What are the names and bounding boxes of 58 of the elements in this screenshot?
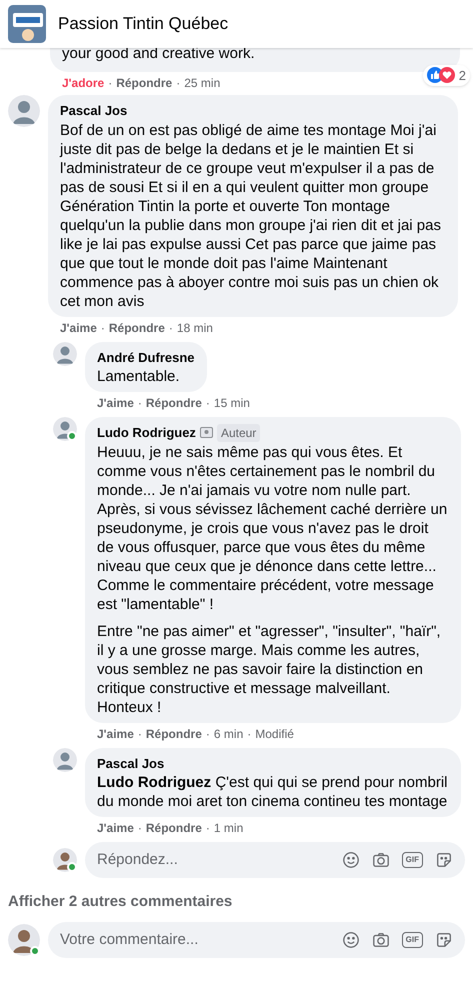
emoji-icon[interactable] (342, 931, 360, 949)
separator-dot: · (138, 395, 142, 411)
camera-icon[interactable] (372, 851, 390, 869)
separator-dot: · (168, 320, 173, 336)
reply-link[interactable]: Répondre (108, 320, 165, 336)
comment-text: Heuuu, je ne sais même pas qui vous êtes. Et comme vous n'êtes certainement pas le nombril du monde... Je n'ai jamais vu votre nom nulle part. Après, si vous sévissez lâchement caché derrière un pseudonyme, je crois que vous n'avez pas le droit de vous offusquer, parce que vous êtes du même niveau que ceux que je dénonce dans cette lettre... Comme le commentaire précédent, votre message est "lamentable" ! (97, 442, 448, 614)
reply-link[interactable]: Répondre (116, 75, 172, 91)
comment-text: Entre "ne pas aimer" et "agresser", "insulter", "haïr", il y a une grosse marge. Mais comme les autres, vous semblez ne pas savoir faire la distinction en critique constructive et message malveillant. Honteux ! (97, 622, 442, 716)
avatar-icon[interactable] (53, 342, 77, 366)
author-name[interactable]: Pascal Jos (97, 754, 164, 773)
reply-link[interactable]: Répondre (146, 726, 202, 742)
sticker-icon[interactable] (435, 931, 453, 949)
avatar-icon[interactable] (53, 748, 77, 772)
separator-dot: · (100, 320, 105, 336)
author-name[interactable]: Pascal Jos (60, 101, 128, 120)
gif-button[interactable]: GIF (402, 852, 423, 868)
sticker-icon[interactable] (435, 851, 453, 869)
avatar-icon[interactable] (8, 924, 40, 956)
avatar-icon[interactable] (8, 95, 40, 127)
reply-link[interactable]: Répondre (146, 395, 202, 411)
reply-link[interactable]: Répondre (146, 820, 202, 836)
more-comments-link[interactable]: Afficher 2 autres commentaires (8, 893, 232, 910)
separator-dot: · (138, 820, 142, 836)
separator-dot: · (108, 75, 112, 91)
gif-button[interactable]: GIF (402, 932, 423, 948)
like-link[interactable]: J'adore (62, 75, 104, 91)
author-badge: Auteur (216, 424, 260, 442)
camera-icon[interactable] (372, 931, 390, 949)
reaction-count: 2 (458, 66, 466, 84)
comment-text: your good and creative work. (62, 44, 256, 64)
like-link[interactable]: J'aime (97, 395, 134, 411)
comment-text: Bof de un on est pas obligé de aime tes montage Moi j'ai juste dit pas de belge la dedans et je le maintien Et si l'administrateur de ce groupe veut m'expulser il a pas de pas de sousi Et si il en a qui veulent quitter mon groupe Génération Tintin la porte et ouverte Ton montage quelqu'un la publie dans mon groupe j'ai rien dit et jai pas like je lai pas expulse aussi Cet pas parce que jaime pas que que tout le monde doit pas l'aime Maintenant commence pas à aboyer contre moi suis pas un chien ok cet mon avis (60, 120, 442, 310)
author-name[interactable]: Ludo Rodriguez (97, 423, 196, 442)
group-logo-icon[interactable] (8, 5, 46, 43)
timestamp[interactable]: 15 min (214, 395, 250, 411)
group-title[interactable]: Passion Tintin Québec (58, 11, 228, 37)
author-name[interactable]: André Dufresne (97, 348, 195, 367)
comment-text: Lamentable. (97, 367, 181, 386)
timestamp[interactable]: 1 min (214, 820, 244, 836)
like-link[interactable]: J'aime (97, 820, 134, 836)
comment-text: Ludo Rodriguez Ç'est qui qui se prend pour nombril du monde moi aret ton cinema contineu tes montage (97, 773, 448, 811)
separator-dot: · (176, 75, 180, 91)
like-link[interactable]: J'aime (60, 320, 97, 336)
timestamp[interactable]: 18 min (176, 320, 213, 336)
reply-field[interactable]: Votre commentaire... GIF (48, 922, 465, 958)
separator-dot: · (206, 726, 210, 742)
like-link[interactable]: J'aime (97, 726, 134, 742)
reply-field[interactable]: Répondez... GIF (85, 842, 465, 878)
timestamp[interactable]: 6 min (214, 726, 244, 742)
separator-dot: · (206, 820, 210, 836)
emoji-icon[interactable] (342, 851, 360, 869)
badge-icon (200, 427, 213, 438)
separator-dot: · (206, 395, 210, 411)
edited-label: Modifié (255, 726, 294, 742)
reaction-summary[interactable]: 2 (422, 64, 470, 86)
separator-dot: · (138, 726, 142, 742)
separator-dot: · (247, 726, 252, 742)
timestamp[interactable]: 25 min (184, 75, 220, 91)
